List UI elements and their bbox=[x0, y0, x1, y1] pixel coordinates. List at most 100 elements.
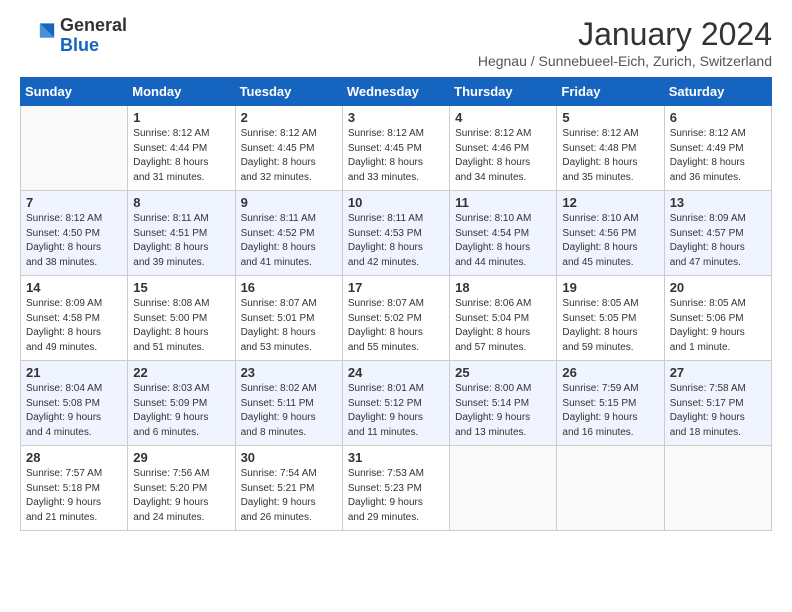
day-cell: 28 Sunrise: 7:57 AM Sunset: 5:18 PM Dayli… bbox=[21, 446, 128, 531]
header-row: SundayMondayTuesdayWednesdayThursdayFrid… bbox=[21, 78, 772, 106]
day-cell: 25 Sunrise: 8:00 AM Sunset: 5:14 PM Dayli… bbox=[450, 361, 557, 446]
logo: General Blue bbox=[20, 16, 127, 56]
logo-text: General Blue bbox=[60, 16, 127, 56]
day-number: 16 bbox=[241, 280, 337, 295]
day-cell: 3Sunrise: 8:12 AM Sunset: 4:45 PM Daylig… bbox=[342, 106, 449, 191]
day-info: Sunrise: 7:58 AM Sunset: 5:17 PM Dayligh… bbox=[670, 382, 766, 440]
day-info: Sunrise: 8:12 AM Sunset: 4:48 PM Dayligh… bbox=[562, 127, 658, 185]
day-info: Sunrise: 8:10 AM Sunset: 4:56 PM Dayligh… bbox=[562, 212, 658, 270]
day-cell: 29Sunrise: 7:56 AM Sunset: 5:20 PM Dayli… bbox=[128, 446, 235, 531]
day-info: Sunrise: 8:10 AM Sunset: 4:54 PM Dayligh… bbox=[455, 212, 551, 270]
day-number: 22 bbox=[133, 365, 229, 380]
page: General Blue January 2024 Hegnau / Sunne… bbox=[0, 0, 792, 543]
day-number: 30 bbox=[241, 450, 337, 465]
col-header-monday: Monday bbox=[128, 78, 235, 106]
day-number: 1 bbox=[133, 110, 229, 125]
day-info: Sunrise: 7:54 AM Sunset: 5:21 PM Dayligh… bbox=[241, 467, 337, 525]
day-cell: 27 Sunrise: 7:58 AM Sunset: 5:17 PM Dayli… bbox=[664, 361, 771, 446]
day-cell: 19 Sunrise: 8:05 AM Sunset: 5:05 PM Dayli… bbox=[557, 276, 664, 361]
day-cell bbox=[664, 446, 771, 531]
day-info: Sunrise: 7:59 AM Sunset: 5:15 PM Dayligh… bbox=[562, 382, 658, 440]
day-cell bbox=[557, 446, 664, 531]
day-number: 20 bbox=[670, 280, 766, 295]
day-cell: 26 Sunrise: 7:59 AM Sunset: 5:15 PM Dayli… bbox=[557, 361, 664, 446]
day-number: 17 bbox=[348, 280, 444, 295]
week-row-3: 14 Sunrise: 8:09 AM Sunset: 4:58 PM Dayli… bbox=[21, 276, 772, 361]
day-number: 19 bbox=[562, 280, 658, 295]
day-cell: 12 Sunrise: 8:10 AM Sunset: 4:56 PM Dayli… bbox=[557, 191, 664, 276]
day-number: 28 bbox=[26, 450, 122, 465]
day-info: Sunrise: 8:05 AM Sunset: 5:05 PM Dayligh… bbox=[562, 297, 658, 355]
logo-general: General bbox=[60, 16, 127, 36]
col-header-wednesday: Wednesday bbox=[342, 78, 449, 106]
day-number: 5 bbox=[562, 110, 658, 125]
day-number: 23 bbox=[241, 365, 337, 380]
day-info: Sunrise: 8:12 AM Sunset: 4:46 PM Dayligh… bbox=[455, 127, 551, 185]
day-number: 27 bbox=[670, 365, 766, 380]
day-info: Sunrise: 8:12 AM Sunset: 4:49 PM Dayligh… bbox=[670, 127, 766, 185]
day-info: Sunrise: 7:53 AM Sunset: 5:23 PM Dayligh… bbox=[348, 467, 444, 525]
col-header-tuesday: Tuesday bbox=[235, 78, 342, 106]
day-info: Sunrise: 7:56 AM Sunset: 5:20 PM Dayligh… bbox=[133, 467, 229, 525]
day-info: Sunrise: 8:08 AM Sunset: 5:00 PM Dayligh… bbox=[133, 297, 229, 355]
day-cell: 13 Sunrise: 8:09 AM Sunset: 4:57 PM Dayli… bbox=[664, 191, 771, 276]
day-cell: 7 Sunrise: 8:12 AM Sunset: 4:50 PM Daylig… bbox=[21, 191, 128, 276]
day-info: Sunrise: 8:11 AM Sunset: 4:53 PM Dayligh… bbox=[348, 212, 444, 270]
day-info: Sunrise: 8:00 AM Sunset: 5:14 PM Dayligh… bbox=[455, 382, 551, 440]
day-cell: 8Sunrise: 8:11 AM Sunset: 4:51 PM Daylig… bbox=[128, 191, 235, 276]
day-cell: 22 Sunrise: 8:03 AM Sunset: 5:09 PM Dayli… bbox=[128, 361, 235, 446]
day-number: 7 bbox=[26, 195, 122, 210]
day-number: 6 bbox=[670, 110, 766, 125]
day-number: 26 bbox=[562, 365, 658, 380]
col-header-friday: Friday bbox=[557, 78, 664, 106]
day-cell: 24 Sunrise: 8:01 AM Sunset: 5:12 PM Dayli… bbox=[342, 361, 449, 446]
day-number: 25 bbox=[455, 365, 551, 380]
day-cell: 6 Sunrise: 8:12 AM Sunset: 4:49 PM Daylig… bbox=[664, 106, 771, 191]
day-info: Sunrise: 7:57 AM Sunset: 5:18 PM Dayligh… bbox=[26, 467, 122, 525]
title-block: January 2024 Hegnau / Sunnebueel-Eich, Z… bbox=[478, 16, 772, 69]
day-info: Sunrise: 8:07 AM Sunset: 5:02 PM Dayligh… bbox=[348, 297, 444, 355]
day-info: Sunrise: 8:09 AM Sunset: 4:58 PM Dayligh… bbox=[26, 297, 122, 355]
day-number: 15 bbox=[133, 280, 229, 295]
day-number: 31 bbox=[348, 450, 444, 465]
day-cell: 18Sunrise: 8:06 AM Sunset: 5:04 PM Dayli… bbox=[450, 276, 557, 361]
month-title: January 2024 bbox=[478, 16, 772, 53]
calendar-table: SundayMondayTuesdayWednesdayThursdayFrid… bbox=[20, 77, 772, 531]
day-number: 24 bbox=[348, 365, 444, 380]
day-info: Sunrise: 8:09 AM Sunset: 4:57 PM Dayligh… bbox=[670, 212, 766, 270]
day-info: Sunrise: 8:01 AM Sunset: 5:12 PM Dayligh… bbox=[348, 382, 444, 440]
subtitle: Hegnau / Sunnebueel-Eich, Zurich, Switze… bbox=[478, 53, 772, 69]
header: General Blue January 2024 Hegnau / Sunne… bbox=[20, 16, 772, 69]
day-info: Sunrise: 8:05 AM Sunset: 5:06 PM Dayligh… bbox=[670, 297, 766, 355]
day-cell: 21Sunrise: 8:04 AM Sunset: 5:08 PM Dayli… bbox=[21, 361, 128, 446]
day-cell: 10 Sunrise: 8:11 AM Sunset: 4:53 PM Dayli… bbox=[342, 191, 449, 276]
day-info: Sunrise: 8:03 AM Sunset: 5:09 PM Dayligh… bbox=[133, 382, 229, 440]
day-cell: 15 Sunrise: 8:08 AM Sunset: 5:00 PM Dayli… bbox=[128, 276, 235, 361]
day-cell: 1Sunrise: 8:12 AM Sunset: 4:44 PM Daylig… bbox=[128, 106, 235, 191]
day-info: Sunrise: 8:11 AM Sunset: 4:51 PM Dayligh… bbox=[133, 212, 229, 270]
day-cell: 4 Sunrise: 8:12 AM Sunset: 4:46 PM Daylig… bbox=[450, 106, 557, 191]
day-cell: 16 Sunrise: 8:07 AM Sunset: 5:01 PM Dayli… bbox=[235, 276, 342, 361]
day-info: Sunrise: 8:04 AM Sunset: 5:08 PM Dayligh… bbox=[26, 382, 122, 440]
day-number: 4 bbox=[455, 110, 551, 125]
day-info: Sunrise: 8:07 AM Sunset: 5:01 PM Dayligh… bbox=[241, 297, 337, 355]
week-row-4: 21Sunrise: 8:04 AM Sunset: 5:08 PM Dayli… bbox=[21, 361, 772, 446]
col-header-thursday: Thursday bbox=[450, 78, 557, 106]
day-number: 13 bbox=[670, 195, 766, 210]
day-cell: 17 Sunrise: 8:07 AM Sunset: 5:02 PM Dayli… bbox=[342, 276, 449, 361]
day-info: Sunrise: 8:11 AM Sunset: 4:52 PM Dayligh… bbox=[241, 212, 337, 270]
day-cell: 31 Sunrise: 7:53 AM Sunset: 5:23 PM Dayli… bbox=[342, 446, 449, 531]
day-cell bbox=[450, 446, 557, 531]
day-cell: 23 Sunrise: 8:02 AM Sunset: 5:11 PM Dayli… bbox=[235, 361, 342, 446]
day-number: 12 bbox=[562, 195, 658, 210]
day-cell: 2Sunrise: 8:12 AM Sunset: 4:45 PM Daylig… bbox=[235, 106, 342, 191]
week-row-1: 1Sunrise: 8:12 AM Sunset: 4:44 PM Daylig… bbox=[21, 106, 772, 191]
day-info: Sunrise: 8:02 AM Sunset: 5:11 PM Dayligh… bbox=[241, 382, 337, 440]
day-cell: 14 Sunrise: 8:09 AM Sunset: 4:58 PM Dayli… bbox=[21, 276, 128, 361]
day-info: Sunrise: 8:12 AM Sunset: 4:50 PM Dayligh… bbox=[26, 212, 122, 270]
day-number: 10 bbox=[348, 195, 444, 210]
day-number: 14 bbox=[26, 280, 122, 295]
day-info: Sunrise: 8:06 AM Sunset: 5:04 PM Dayligh… bbox=[455, 297, 551, 355]
col-header-saturday: Saturday bbox=[664, 78, 771, 106]
day-cell: 9Sunrise: 8:11 AM Sunset: 4:52 PM Daylig… bbox=[235, 191, 342, 276]
